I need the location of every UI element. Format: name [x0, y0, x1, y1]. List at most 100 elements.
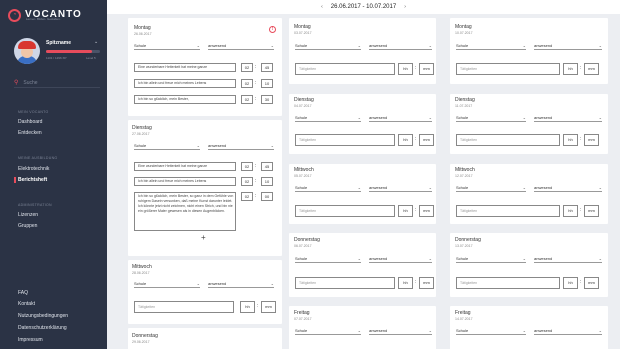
- minutes-input[interactable]: mm: [419, 205, 434, 217]
- hours-input[interactable]: 02: [241, 63, 253, 72]
- status-select[interactable]: anwesend ⌄: [369, 184, 432, 192]
- xp-progress-bar: [46, 50, 100, 53]
- activity-input[interactable]: Ich bin so glücklich, mein Bester,: [134, 95, 236, 104]
- minutes-input[interactable]: mm: [419, 63, 434, 75]
- activity-input[interactable]: Eine wunderbare Heiterkeit hat meine gan…: [134, 162, 236, 171]
- minutes-input[interactable]: mm: [584, 63, 599, 75]
- status-select[interactable]: anwesend ⌄: [369, 114, 432, 122]
- status-select[interactable]: anwesend ⌄: [534, 184, 602, 192]
- nav-item-nutzungsbedingungen[interactable]: Nutzungsbedingungen: [18, 313, 68, 319]
- day-card: Dienstag 11.07.2017 Schule ⌄ anwesend ⌄ Tä…: [450, 94, 608, 154]
- hours-input[interactable]: hh: [398, 134, 413, 146]
- nav-item-lizenzen[interactable]: Lizenzen: [18, 212, 38, 218]
- activity-input[interactable]: Tätigkeiten: [295, 63, 395, 75]
- hours-input[interactable]: 02: [241, 95, 253, 104]
- minutes-input[interactable]: mm: [419, 277, 434, 289]
- add-entry-button[interactable]: +: [201, 233, 206, 242]
- hours-input[interactable]: hh: [563, 277, 578, 289]
- nav-item-gruppen[interactable]: Gruppen: [18, 223, 37, 229]
- nav-item-datenschutz[interactable]: Datenschutzerklärung: [18, 325, 67, 331]
- status-select[interactable]: anwesend ⌄: [534, 42, 602, 50]
- chevron-right-icon[interactable]: ›: [404, 4, 406, 10]
- activity-input[interactable]: Ich bin allein und freue mich meines Leb…: [134, 79, 236, 88]
- hours-input[interactable]: hh: [563, 63, 578, 75]
- activity-input[interactable]: Tätigkeiten: [456, 63, 560, 75]
- hours-input[interactable]: 02: [241, 192, 253, 201]
- activity-input[interactable]: Eine wunderbare Heiterkeit hat meine gan…: [134, 63, 236, 72]
- chevron-down-icon: ⌄: [522, 256, 526, 261]
- activity-input[interactable]: Tätigkeiten: [295, 277, 395, 289]
- hours-input[interactable]: hh: [240, 301, 255, 313]
- avatar[interactable]: [14, 38, 40, 64]
- minutes-input[interactable]: 45: [261, 63, 273, 72]
- chevron-left-icon[interactable]: ‹: [321, 4, 323, 10]
- status-select[interactable]: anwesend ⌄: [369, 42, 432, 50]
- activity-input[interactable]: Tätigkeiten: [456, 205, 560, 217]
- activity-input[interactable]: Tätigkeiten: [295, 205, 395, 217]
- nav-item-faq[interactable]: FAQ: [18, 290, 28, 296]
- minutes-input[interactable]: 00: [261, 192, 273, 201]
- type-select[interactable]: Schule ⌄: [295, 42, 361, 50]
- hours-input[interactable]: hh: [398, 277, 413, 289]
- search-input[interactable]: Suche: [23, 80, 37, 86]
- type-select[interactable]: Schule ⌄: [456, 255, 526, 263]
- activity-input[interactable]: Tätigkeiten: [295, 134, 395, 146]
- activity-input[interactable]: Tätigkeiten: [456, 277, 560, 289]
- minutes-input[interactable]: 30: [261, 95, 273, 104]
- activity-input[interactable]: Ich bin so glücklich, mein Bester, so ga…: [134, 192, 236, 231]
- hours-input[interactable]: hh: [563, 134, 578, 146]
- status-select[interactable]: anwesend ⌄: [534, 327, 602, 335]
- minutes-input[interactable]: 10: [261, 177, 273, 186]
- status-select[interactable]: anwesend ⌄: [534, 255, 602, 263]
- status-select[interactable]: anwesend ⌄: [369, 327, 432, 335]
- type-select[interactable]: Schule ⌄: [134, 280, 200, 288]
- status-select[interactable]: anwesend ⌄: [208, 142, 274, 150]
- type-value: Schule: [456, 185, 469, 190]
- type-select[interactable]: Schule ⌄: [295, 184, 361, 192]
- type-select[interactable]: Schule ⌄: [134, 42, 200, 50]
- nav-item-elektrotechnik[interactable]: Elektrotechnik: [18, 166, 49, 172]
- hours-input[interactable]: 02: [241, 79, 253, 88]
- hours-input[interactable]: 02: [241, 162, 253, 171]
- search-field[interactable]: ⚲ Suche: [14, 78, 100, 88]
- status-select[interactable]: anwesend ⌄: [369, 255, 432, 263]
- status-select[interactable]: anwesend ⌄: [534, 114, 602, 122]
- minutes-input[interactable]: 10: [261, 79, 273, 88]
- minutes-input[interactable]: mm: [584, 134, 599, 146]
- day-card: Mittwoch 12.07.2017 Schule ⌄ anwesend ⌄ Tä…: [450, 164, 608, 224]
- chevron-down-icon: ⌄: [357, 328, 361, 333]
- status-select[interactable]: anwesend ⌄: [208, 280, 274, 288]
- user-profile[interactable]: Spitzname ⌄ 1101 / 1296 XP Level 5: [14, 38, 100, 68]
- minutes-input[interactable]: mm: [261, 301, 276, 313]
- day-date: 05.07.2017: [294, 174, 312, 178]
- minutes-input[interactable]: 45: [261, 162, 273, 171]
- minutes-input[interactable]: mm: [584, 277, 599, 289]
- type-select[interactable]: Schule ⌄: [456, 114, 526, 122]
- hours-input[interactable]: 02: [241, 177, 253, 186]
- hours-input[interactable]: hh: [563, 205, 578, 217]
- time-separator: :: [580, 279, 582, 285]
- type-select[interactable]: Schule ⌄: [134, 142, 200, 150]
- nav-item-dashboard[interactable]: Dashboard: [18, 119, 42, 125]
- nav-item-berichtsheft[interactable]: Berichtsheft: [18, 177, 47, 183]
- hours-input[interactable]: hh: [398, 63, 413, 75]
- minutes-input[interactable]: mm: [419, 134, 434, 146]
- type-select[interactable]: Schule ⌄: [295, 327, 361, 335]
- activity-input[interactable]: Tätigkeiten: [456, 134, 560, 146]
- type-select[interactable]: Schule ⌄: [456, 327, 526, 335]
- logo-subtitle: Lernen. Bilden. Gestalten.: [26, 17, 61, 21]
- nav-item-impressum[interactable]: Impressum: [18, 337, 43, 343]
- nav-item-kontakt[interactable]: Kontakt: [18, 301, 35, 307]
- type-select[interactable]: Schule ⌄: [295, 114, 361, 122]
- activity-input[interactable]: Ich bin allein und freue mich meines Leb…: [134, 177, 236, 186]
- minutes-input[interactable]: mm: [584, 205, 599, 217]
- status-select[interactable]: anwesend ⌄: [208, 42, 274, 50]
- hours-input[interactable]: hh: [398, 205, 413, 217]
- type-select[interactable]: Schule ⌄: [295, 255, 361, 263]
- chevron-down-icon[interactable]: ⌄: [94, 39, 98, 45]
- activity-input[interactable]: Tätigkeiten: [134, 301, 234, 313]
- type-select[interactable]: Schule ⌄: [456, 42, 526, 50]
- nav-item-entdecken[interactable]: Entdecken: [18, 130, 42, 136]
- logo[interactable]: ◔ VOCANTO: [8, 6, 82, 24]
- type-select[interactable]: Schule ⌄: [456, 184, 526, 192]
